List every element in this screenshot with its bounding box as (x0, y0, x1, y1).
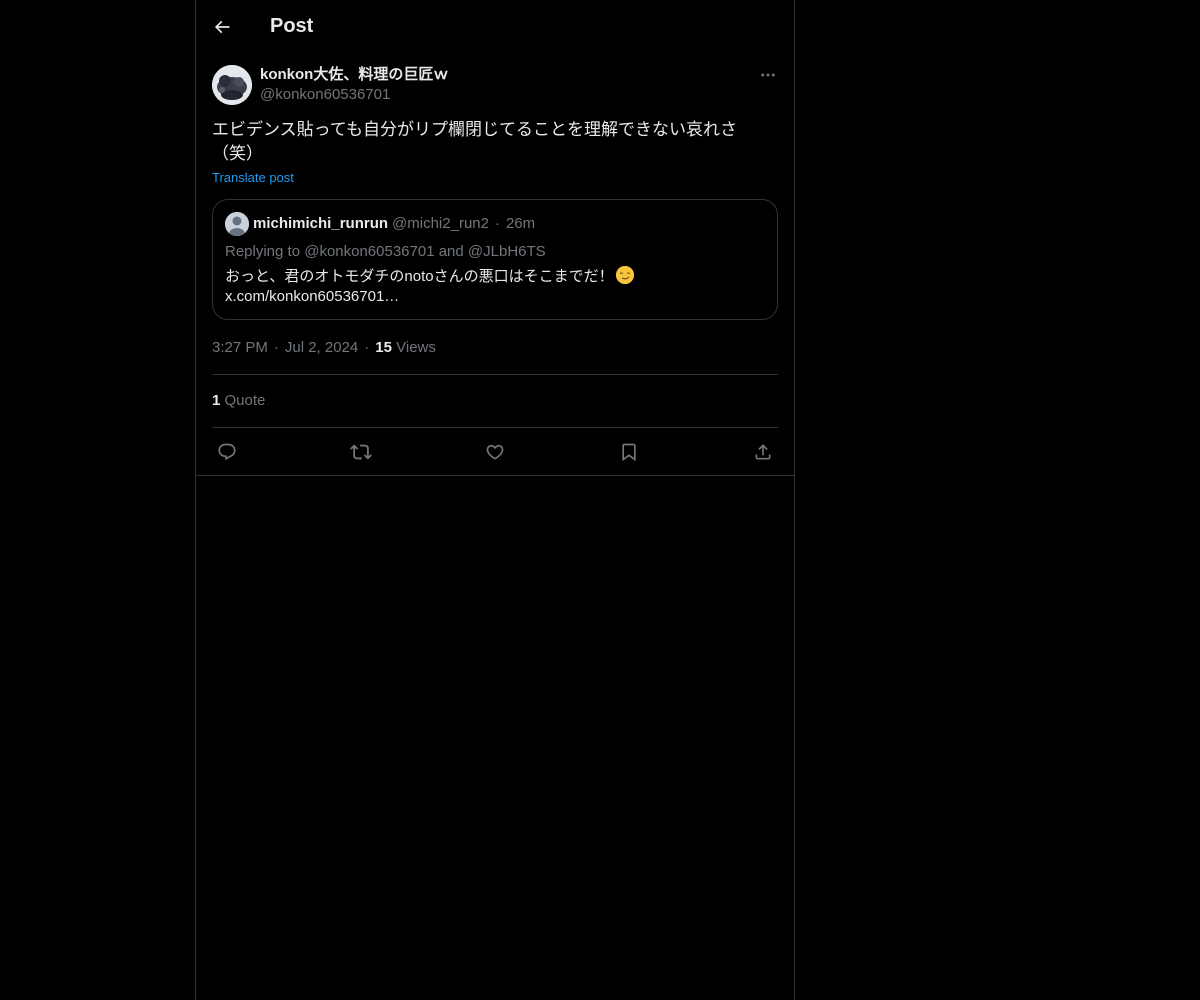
page-title: Post (270, 15, 314, 37)
reply-button[interactable] (216, 441, 238, 463)
separator-dot: · (494, 215, 500, 232)
views-label: Views (396, 339, 436, 356)
translate-post-link[interactable]: Translate post (212, 170, 294, 185)
post: konkon大佐、料理の巨匠ｗ @konkon60536701 エビデンス貼って… (196, 53, 794, 476)
post-text: エビデンス貼っても自分がリプ欄閉じてることを理解できない哀れさ （笑） (212, 120, 737, 163)
separator-dot: · (273, 339, 279, 356)
reply-icon (218, 443, 236, 460)
page-header: Post (196, 0, 794, 53)
quoted-display-name: michimichi_runrun (253, 215, 389, 232)
post-time[interactable]: 3:27 PM (212, 339, 268, 356)
quoted-post[interactable]: michimichi_runrun @michi2_run2 · 26m Rep… (212, 199, 778, 320)
separator-dot: · (364, 339, 370, 356)
quotes-count-row[interactable]: 1 Quote (212, 375, 778, 428)
smirk-emoji-icon (615, 266, 634, 284)
back-button[interactable] (205, 10, 239, 44)
views-count: 15 (375, 339, 392, 356)
quoted-body: おっと、君のオトモダチのnotoさんの悪口はそこまでだ！ x.com/konko… (225, 266, 765, 307)
share-icon (755, 443, 771, 459)
quotes-count: 1 (212, 392, 221, 409)
like-button[interactable] (484, 441, 506, 463)
quoted-avatar (225, 212, 249, 236)
post-author: konkon大佐、料理の巨匠ｗ @konkon60536701 (212, 65, 778, 105)
main-column: Post konkon大佐、料理の巨匠ｗ @konkon60536701 エビデ… (195, 0, 795, 1000)
quoted-body-text: おっと、君のオトモダチのnotoさんの悪口はそこまでだ！ (225, 268, 614, 285)
default-avatar-icon (225, 212, 249, 236)
quoted-time: 26m (505, 215, 536, 232)
post-meta: 3:27 PM · Jul 2, 2024 · 15 Views (212, 336, 778, 375)
quotes-label: Quote (224, 392, 266, 409)
more-options-button[interactable] (756, 65, 780, 85)
avatar[interactable] (212, 65, 252, 105)
post-date[interactable]: Jul 2, 2024 (285, 339, 358, 356)
heart-icon (486, 444, 504, 460)
quoted-handle: @michi2_run2 (392, 215, 489, 232)
repost-icon (350, 444, 372, 459)
more-horizontal-icon (761, 73, 775, 77)
repost-button[interactable] (350, 441, 372, 463)
divider (196, 475, 794, 476)
author-text: konkon大佐、料理の巨匠ｗ @konkon60536701 (260, 65, 448, 105)
action-bar (212, 428, 778, 475)
bookmark-icon (622, 443, 636, 461)
display-name[interactable]: konkon大佐、料理の巨匠ｗ (260, 65, 448, 85)
arrow-left-icon (214, 20, 230, 33)
avatar-image (212, 65, 252, 105)
quoted-post-header: michimichi_runrun @michi2_run2 · 26m (225, 212, 765, 236)
quoted-link[interactable]: x.com/konkon60536701… (225, 287, 765, 307)
author-handle[interactable]: @konkon60536701 (260, 85, 448, 105)
quoted-replying-to: Replying to @konkon60536701 and @JLbH6TS (225, 243, 546, 260)
bookmark-button[interactable] (618, 441, 640, 463)
share-button[interactable] (752, 441, 774, 463)
